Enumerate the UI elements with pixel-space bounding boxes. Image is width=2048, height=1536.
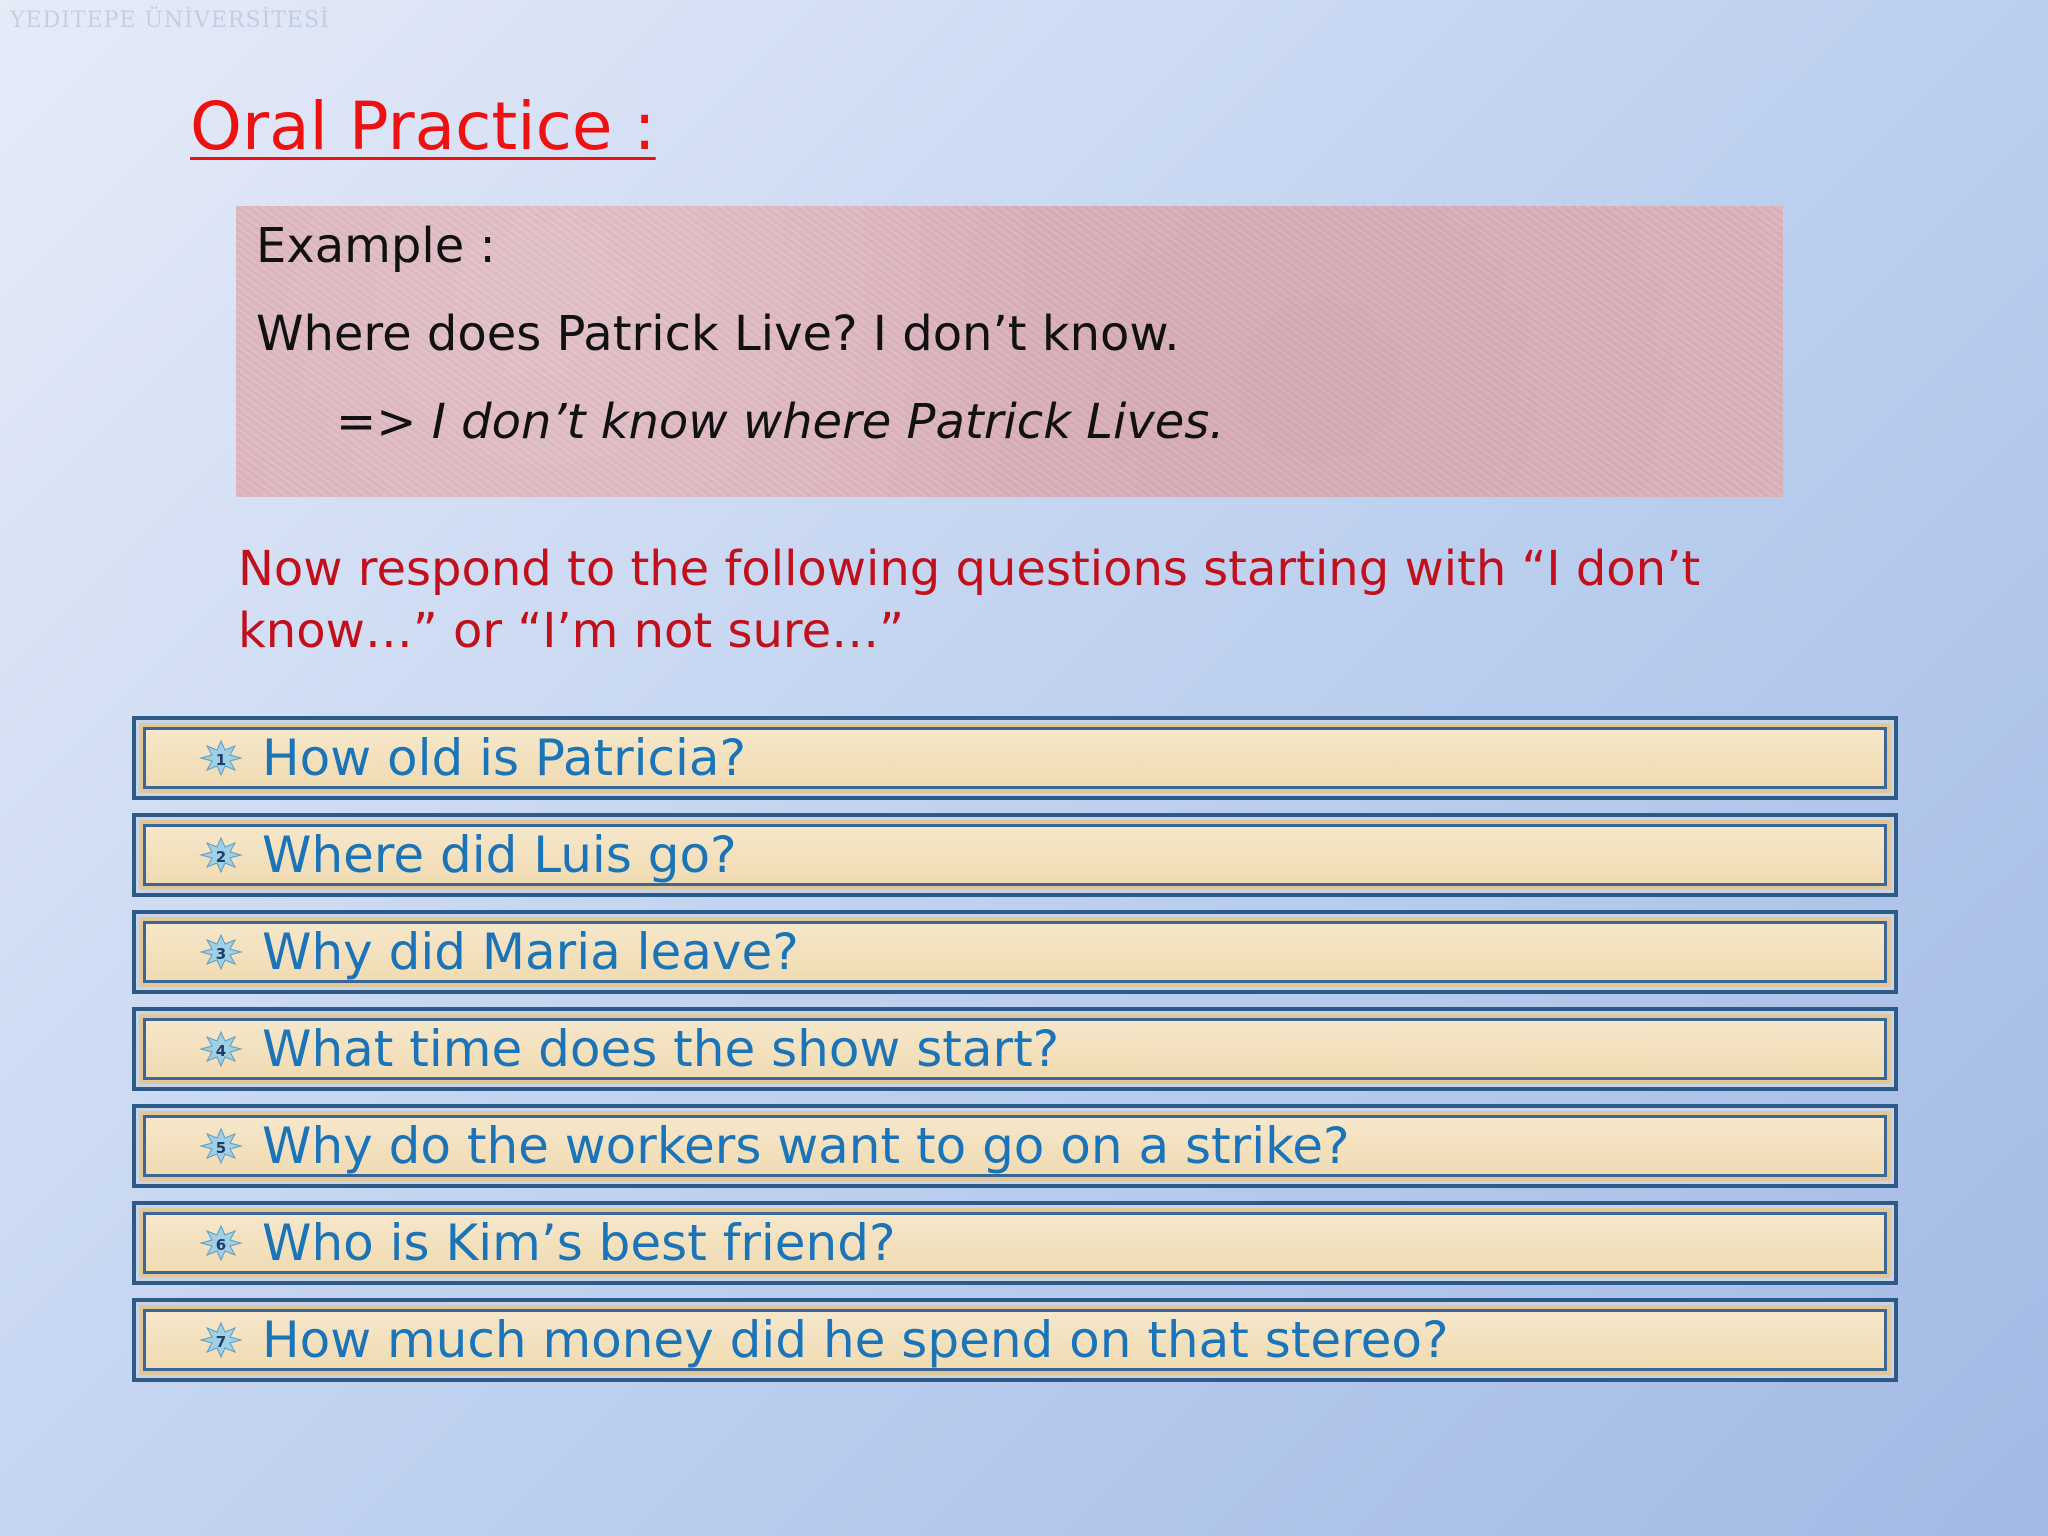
example-answer: I don’t know where Patrick Lives.	[431, 394, 1225, 450]
question-text: How much money did he spend on that ster…	[262, 1311, 1449, 1369]
instruction-text: Now respond to the following questions s…	[238, 541, 1701, 659]
question-item-inner: 7 How much money did he spend on that ste…	[143, 1309, 1887, 1371]
question-number: 6	[216, 1236, 226, 1254]
numbered-starburst-icon: 3	[199, 933, 243, 971]
question-item-inner: 3 Why did Maria leave?	[143, 921, 1887, 983]
question-text: What time does the show start?	[262, 1020, 1060, 1078]
question-list: 1 How old is Patricia? 2 Where did Luis go?…	[132, 716, 1898, 1395]
question-number: 3	[216, 945, 226, 963]
question-item: 7 How much money did he spend on that ste…	[132, 1298, 1898, 1382]
numbered-starburst-icon: 6	[199, 1224, 243, 1262]
question-number: 4	[216, 1042, 226, 1060]
university-logo-text: YEDITEPE ÜNİVERSİTESİ	[10, 7, 330, 33]
question-text: Who is Kim’s best friend?	[262, 1214, 896, 1272]
question-item: 6 Who is Kim’s best friend?	[132, 1201, 1898, 1285]
numbered-starburst-icon: 7	[199, 1321, 243, 1359]
question-text: Why did Maria leave?	[262, 923, 799, 981]
question-number: 7	[216, 1333, 226, 1351]
numbered-starburst-icon: 2	[199, 836, 243, 874]
question-text: How old is Patricia?	[262, 729, 747, 787]
question-item-inner: 1 How old is Patricia?	[143, 727, 1887, 789]
question-item: 2 Where did Luis go?	[132, 813, 1898, 897]
question-number: 2	[216, 848, 226, 866]
question-item: 3 Why did Maria leave?	[132, 910, 1898, 994]
example-label: Example :	[256, 218, 496, 274]
page-title: Oral Practice :	[190, 88, 656, 165]
question-text: Why do the workers want to go on a strik…	[262, 1117, 1350, 1175]
example-arrow: =>	[336, 394, 417, 450]
question-item: 1 How old is Patricia?	[132, 716, 1898, 800]
question-text: Where did Luis go?	[262, 826, 737, 884]
question-item-inner: 5 Why do the workers want to go on a stri…	[143, 1115, 1887, 1177]
question-item-inner: 6 Who is Kim’s best friend?	[143, 1212, 1887, 1274]
question-number: 5	[216, 1139, 226, 1157]
question-item: 5 Why do the workers want to go on a stri…	[132, 1104, 1898, 1188]
numbered-starburst-icon: 1	[199, 739, 243, 777]
example-answer-line: => I don’t know where Patrick Lives.	[336, 394, 1225, 450]
example-question: Where does Patrick Live? I don’t know.	[256, 306, 1180, 362]
numbered-starburst-icon: 4	[199, 1030, 243, 1068]
university-logo: YEDITEPE ÜNİVERSİTESİ	[4, 0, 329, 40]
example-box: Example : Where does Patrick Live? I don…	[236, 206, 1783, 497]
question-item: 4 What time does the show start?	[132, 1007, 1898, 1091]
question-number: 1	[216, 751, 226, 769]
question-item-inner: 2 Where did Luis go?	[143, 824, 1887, 886]
numbered-starburst-icon: 5	[199, 1127, 243, 1165]
question-item-inner: 4 What time does the show start?	[143, 1018, 1887, 1080]
